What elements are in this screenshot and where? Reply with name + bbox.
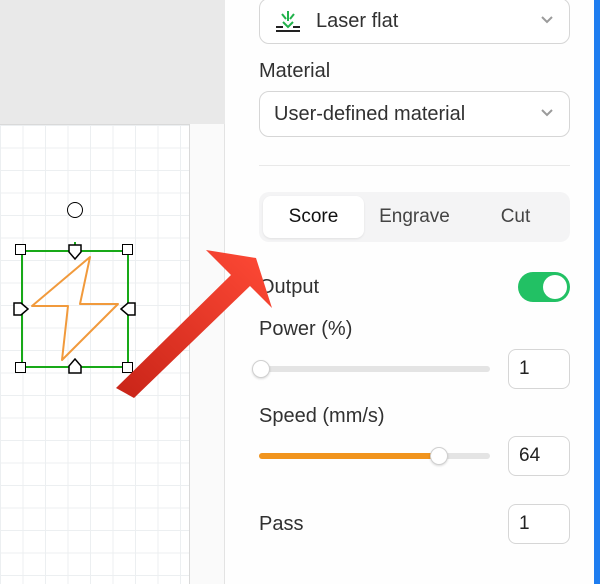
rotate-handle[interactable] bbox=[67, 202, 83, 218]
pass-value-box[interactable] bbox=[508, 504, 570, 544]
power-input[interactable] bbox=[519, 358, 559, 380]
output-label: Output bbox=[259, 276, 319, 299]
settings-panel: Laser flat Material User-defined materia… bbox=[225, 0, 600, 584]
mode-dropdown[interactable]: Laser flat bbox=[259, 0, 570, 44]
speed-slider[interactable] bbox=[259, 453, 490, 459]
mode-tabs: Score Engrave Cut bbox=[259, 192, 570, 242]
speed-slider-thumb[interactable] bbox=[430, 447, 448, 465]
divider bbox=[259, 165, 570, 166]
speed-label: Speed (mm/s) bbox=[259, 405, 570, 428]
speed-value-box[interactable] bbox=[508, 436, 570, 476]
tab-engrave[interactable]: Engrave bbox=[364, 196, 465, 238]
canvas-area[interactable] bbox=[0, 0, 225, 584]
chevron-down-icon bbox=[539, 10, 555, 33]
handle-ne[interactable] bbox=[122, 244, 133, 255]
material-selected: User-defined material bbox=[274, 103, 465, 126]
tab-score[interactable]: Score bbox=[263, 196, 364, 238]
power-value-box[interactable] bbox=[508, 349, 570, 389]
speed-slider-fill bbox=[259, 453, 439, 459]
pass-input[interactable] bbox=[519, 513, 559, 535]
power-slider-thumb[interactable] bbox=[252, 360, 270, 378]
selected-object[interactable] bbox=[18, 242, 132, 372]
material-dropdown[interactable]: User-defined material bbox=[259, 91, 570, 137]
tab-cut[interactable]: Cut bbox=[465, 196, 566, 238]
power-label: Power (%) bbox=[259, 318, 570, 341]
handle-sw[interactable] bbox=[15, 362, 26, 373]
object-svg bbox=[18, 242, 132, 372]
pass-label: Pass bbox=[259, 513, 303, 536]
chevron-down-icon bbox=[539, 103, 555, 126]
mode-label: Laser flat bbox=[316, 10, 398, 33]
power-slider[interactable] bbox=[259, 366, 490, 372]
speed-input[interactable] bbox=[519, 445, 559, 467]
laser-flat-icon bbox=[274, 9, 302, 33]
material-label: Material bbox=[259, 60, 570, 83]
output-toggle[interactable] bbox=[518, 272, 570, 302]
handle-nw[interactable] bbox=[15, 244, 26, 255]
workspace-background bbox=[0, 0, 225, 124]
handle-se[interactable] bbox=[122, 362, 133, 373]
